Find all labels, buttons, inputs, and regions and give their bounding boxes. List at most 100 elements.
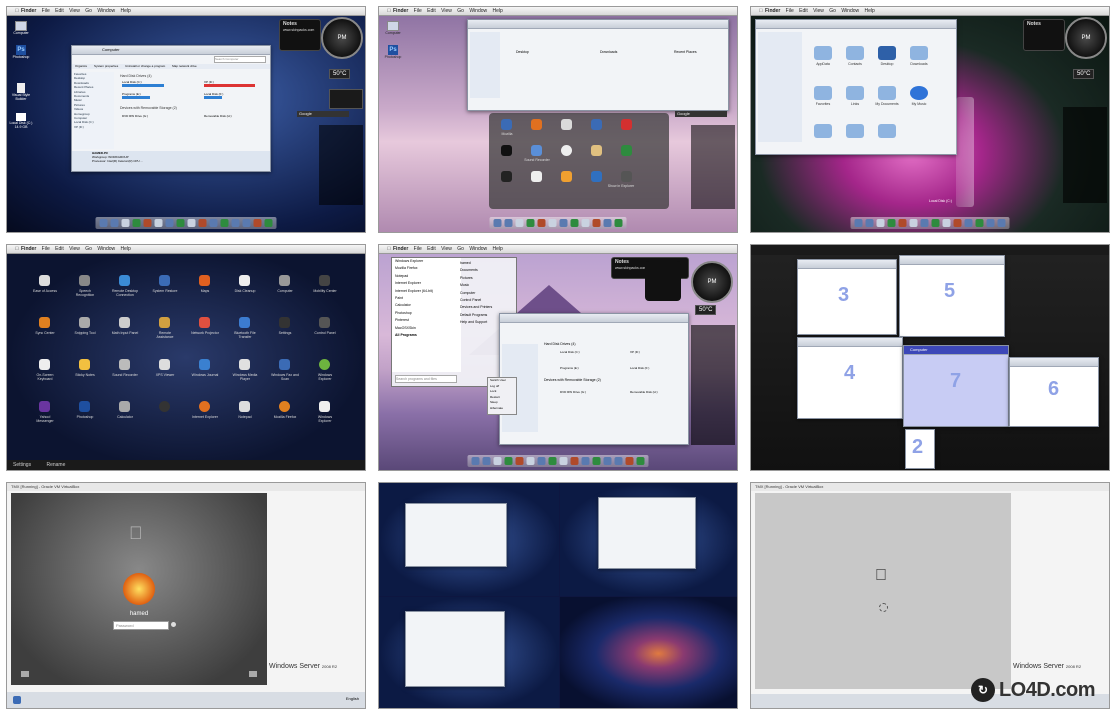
submit-arrow-icon[interactable]	[171, 622, 176, 627]
menu-edit[interactable]: Edit	[427, 8, 436, 14]
start-search-input[interactable]: Search programs and files	[395, 375, 457, 383]
app-icon[interactable]	[319, 275, 330, 286]
drive-item[interactable]: Programs (E:)	[122, 92, 192, 99]
shutdown-menu[interactable]: Switch User Log off Lock Restart Sleep H…	[487, 377, 517, 415]
stack-item[interactable]	[501, 145, 512, 156]
stack-item[interactable]	[621, 171, 632, 182]
app-icon[interactable]	[79, 359, 90, 370]
app-icon[interactable]	[239, 359, 250, 370]
folder-item[interactable]	[910, 46, 928, 60]
drive-item[interactable]: Programs (E:)	[560, 366, 579, 370]
weather-widget[interactable]: 50°C	[1073, 69, 1095, 79]
app-icon[interactable]	[119, 401, 130, 412]
start-right-item[interactable]: Control Panel	[460, 297, 514, 304]
app-icon[interactable]	[79, 275, 90, 286]
screenshot-4[interactable]:  Finder File Edit View Go Window Help	[6, 244, 366, 471]
screenshot-8[interactable]	[378, 482, 738, 709]
screenshot-3[interactable]:  Finder File Edit View Go Window Help A…	[750, 6, 1110, 233]
app-icon[interactable]	[159, 359, 170, 370]
start-right-item[interactable]: Documents	[460, 267, 514, 274]
all-programs[interactable]: All Programs	[395, 332, 461, 339]
dock[interactable]	[95, 217, 277, 229]
stack-item[interactable]	[561, 119, 572, 130]
menu-file[interactable]: File	[42, 246, 50, 252]
expose-window-6[interactable]: 6	[1009, 357, 1099, 427]
toolbar-sysprops[interactable]: System properties	[94, 64, 118, 68]
weather-widget[interactable]: 50°C	[329, 69, 351, 79]
folder-downloads[interactable]: Downloads	[600, 50, 617, 54]
menu-view[interactable]: View	[813, 8, 824, 14]
notes-widget[interactable]: Notes www.skinpacks.com	[279, 19, 321, 51]
menu-help[interactable]: Help	[493, 8, 503, 14]
toolbar-organize[interactable]: Organize	[75, 64, 87, 68]
app-icon[interactable]	[199, 401, 210, 412]
app-icon[interactable]	[319, 359, 330, 370]
stack-item[interactable]	[531, 119, 542, 130]
app-icon[interactable]	[199, 275, 210, 286]
app-icon[interactable]	[279, 401, 290, 412]
clock-widget[interactable]: PM	[321, 17, 363, 59]
menubar-app[interactable]: Finder	[393, 246, 408, 252]
menu-go[interactable]: Go	[829, 8, 836, 14]
menu-edit[interactable]: Edit	[55, 246, 64, 252]
stack-item[interactable]	[591, 145, 602, 156]
apple-icon[interactable]: 	[759, 7, 763, 15]
clock-widget[interactable]: PM	[691, 261, 733, 303]
fan-stack[interactable]	[956, 97, 974, 207]
menu-file[interactable]: File	[414, 8, 422, 14]
desktop-icon-computer[interactable]: Computer	[383, 21, 403, 35]
stack-item[interactable]	[501, 119, 512, 130]
google-search-widget[interactable]: Google	[675, 111, 727, 117]
drive-item[interactable]: Local Disk (F:)	[204, 92, 264, 99]
folder-item[interactable]	[814, 46, 832, 60]
google-search-widget[interactable]: Google	[297, 111, 349, 117]
stack-item[interactable]	[561, 171, 572, 182]
menu-window[interactable]: Window	[469, 246, 487, 252]
explorer-window[interactable]: Computer Search Computer Organize System…	[71, 45, 271, 172]
app-icon[interactable]	[239, 275, 250, 286]
expose-window-5[interactable]: 5	[899, 255, 1005, 337]
menu-view[interactable]: View	[69, 246, 80, 252]
drive-item[interactable]: DVD RW Drive (G:)	[560, 390, 586, 394]
accessibility-icon[interactable]	[21, 671, 29, 677]
app-icon[interactable]	[159, 317, 170, 328]
screenshot-1[interactable]:  Finder File Edit View Go Window Help C…	[6, 6, 366, 233]
folder-recent[interactable]: Recent Places	[674, 50, 697, 54]
drive-item[interactable]: Removable Disk (H:)	[204, 114, 232, 118]
drive-item[interactable]: Local Disk (C:)	[122, 80, 192, 87]
folder-item[interactable]	[846, 124, 864, 138]
desktop-icon-vsb[interactable]: Visual Style Builder	[9, 83, 33, 101]
quad-top-right[interactable]	[560, 483, 737, 596]
lang-indicator[interactable]: English	[346, 696, 359, 701]
drive-item[interactable]: XP (D:)	[630, 350, 640, 354]
menu-view[interactable]: View	[441, 8, 452, 14]
start-item[interactable]: Pinterest	[395, 317, 461, 324]
app-icon[interactable]	[199, 359, 210, 370]
menu-help[interactable]: Help	[121, 246, 131, 252]
menu-help[interactable]: Help	[493, 246, 503, 252]
clock-widget[interactable]: PM	[1065, 17, 1107, 59]
screenshot-6[interactable]: 3 5 4 Computer 7 6 2	[750, 244, 1110, 471]
folder-item[interactable]	[846, 46, 864, 60]
app-icon[interactable]	[159, 275, 170, 286]
start-right-item[interactable]: Pictures	[460, 275, 514, 282]
quad-bottom-left[interactable]	[379, 597, 559, 708]
drive-item[interactable]: XP (D:)	[204, 80, 264, 87]
menu-window[interactable]: Window	[97, 246, 115, 252]
user-avatar[interactable]	[123, 573, 155, 605]
start-item[interactable]: Windows Explorer	[395, 258, 461, 265]
shutdown-item[interactable]: Hibernate	[490, 406, 516, 412]
menubar-app[interactable]: Finder	[765, 8, 780, 14]
start-item[interactable]: Calculator	[395, 302, 461, 309]
folder-item[interactable]	[878, 124, 896, 138]
menu-edit[interactable]: Edit	[55, 8, 64, 14]
menu-file[interactable]: File	[414, 246, 422, 252]
dock[interactable]	[489, 217, 627, 229]
folder-desktop[interactable]: Desktop	[516, 50, 529, 54]
menubar-app[interactable]: Finder	[393, 8, 408, 14]
apple-icon[interactable]: 	[387, 7, 391, 15]
expose-window-7[interactable]: Computer 7	[903, 345, 1009, 427]
weather-widget[interactable]: 50°C	[695, 305, 717, 315]
quad-bottom-right[interactable]	[560, 597, 737, 708]
app-icon[interactable]	[279, 275, 290, 286]
